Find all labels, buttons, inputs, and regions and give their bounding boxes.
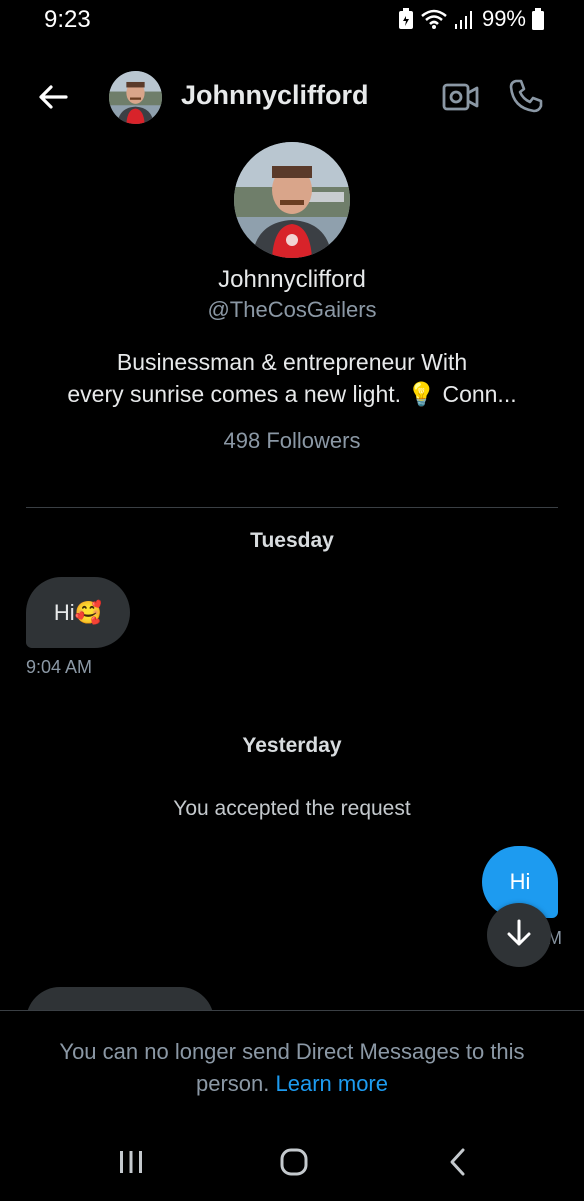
battery-saver-icon [398,8,414,30]
incoming-message-bubble[interactable]: Hi 🥰 [26,577,130,648]
date-separator-yesterday: Yesterday [242,734,342,757]
header-title[interactable]: Johnnyclifford [181,80,369,111]
scroll-to-bottom-button[interactable] [487,903,551,967]
nav-back-icon[interactable] [448,1147,468,1177]
wifi-icon [420,8,448,30]
signal-icon [454,8,476,30]
profile-handle[interactable]: @TheCosGailers [0,297,584,323]
smiling-face-hearts-emoji: 🥰 [74,599,103,625]
message-text: Hi [53,599,75,625]
lightbulb-emoji: 💡 [407,381,437,407]
profile-name[interactable]: Johnnyclifford [0,266,584,294]
status-icons: 99% [398,6,544,32]
followers-count[interactable]: 498 Followers [0,428,584,454]
dm-disabled-notice: You can no longer send Direct Messages t… [30,1036,554,1100]
date-separator-tuesday: Tuesday [250,529,334,552]
message-timestamp: 9:04 AM [26,657,93,677]
learn-more-link[interactable]: Learn more [275,1071,388,1096]
battery-percent: 99% [481,6,526,31]
recents-icon[interactable] [117,1148,145,1176]
message-text: Hi [509,869,531,894]
profile-bio: Businessman & entrepreneur With every su… [40,346,544,410]
system-message: You accepted the request [173,797,411,820]
back-arrow-icon[interactable] [36,80,70,114]
divider [26,507,558,508]
home-icon[interactable] [279,1147,309,1177]
bio-text-after-emoji: Conn... [436,381,517,407]
bio-line-2: every sunrise comes a new light. 💡 Conn.… [40,378,544,410]
profile-avatar[interactable] [234,142,350,258]
bio-text-before-emoji: every sunrise comes a new light. [67,381,408,407]
video-call-icon[interactable] [442,80,480,114]
phone-call-icon[interactable] [508,78,544,114]
header-avatar[interactable] [109,71,162,124]
status-time: 9:23 [44,6,91,33]
arrow-down-icon [505,918,533,953]
battery-icon [532,8,544,30]
bio-line-1: Businessman & entrepreneur With [116,349,468,375]
